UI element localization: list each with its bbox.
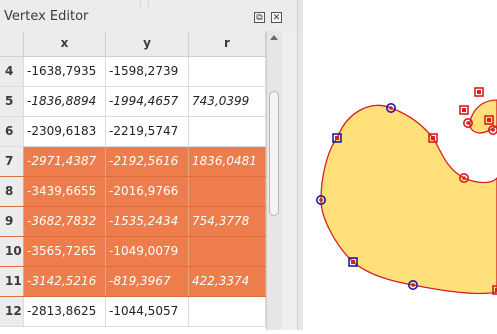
cell-x[interactable]: -3439,6655 [24,177,106,206]
vertex-table: x y r 4 -1638,7935 -1598,2739 5 -1836,8894 -1… [0,31,266,330]
vertex-circle-dot [466,121,470,125]
vertex-square-dot [351,260,355,264]
table-row[interactable]: 4 -1638,7935 -1598,2739 [0,57,266,87]
vertex-square-dot [335,136,339,140]
panel-title: Vertex Editor [4,9,89,24]
vertex-square-dot [477,90,481,94]
map-svg [316,87,497,295]
cell-r[interactable] [189,57,266,86]
row-index[interactable]: 11 [0,267,24,296]
cell-x[interactable]: -2309,6183 [24,117,106,146]
vertical-scrollbar[interactable] [266,31,282,330]
cell-x[interactable]: -1836,8894 [24,87,106,116]
close-icon[interactable]: ✕ [271,12,282,23]
table-row[interactable]: 5 -1836,8894 -1994,4657 743,0399 [0,87,266,117]
cell-y[interactable]: -819,3967 [106,267,189,296]
column-header-x[interactable]: x [24,31,106,56]
polygon-feature [320,104,497,295]
column-header-r[interactable]: r [189,31,266,56]
vertex-circle-dot [389,106,393,110]
vertex-circle-dot [319,198,323,202]
cell-y[interactable]: -2192,5616 [106,147,189,176]
cell-y[interactable]: -1598,2739 [106,57,189,86]
cell-y[interactable]: -1044,5057 [106,297,189,326]
row-index[interactable]: 8 [0,177,24,206]
row-index[interactable]: 12 [0,297,24,326]
scroll-up-icon[interactable] [270,35,278,40]
cell-r[interactable] [189,237,266,266]
cell-y[interactable]: -2219,5747 [106,117,189,146]
cell-y[interactable]: -2016,9766 [106,177,189,206]
cell-r[interactable]: 754,3778 [189,207,266,236]
row-index[interactable]: 6 [0,117,24,146]
cell-x[interactable]: -3682,7832 [24,207,106,236]
vertex-square-dot [487,118,491,122]
table-header: x y r [0,31,266,57]
vertex-circle-dot [411,283,415,287]
cell-x[interactable]: -3565,7265 [24,237,106,266]
cell-r[interactable]: 1836,0481 [189,147,266,176]
table-row[interactable]: 9 -3682,7832 -1535,2434 754,3778 [0,207,266,237]
vertex-editor-panel: ⋮⋮ Vertex Editor ⧉ ✕ x y r 4 -1638,7935 -1… [0,0,297,330]
row-index[interactable]: 5 [0,87,24,116]
vertex-circle-dot [462,176,466,180]
row-index[interactable]: 10 [0,237,24,266]
table-row[interactable]: 10 -3565,7265 -1049,0079 [0,237,266,267]
row-index[interactable]: 7 [0,147,24,176]
row-index[interactable]: 4 [0,57,24,86]
cell-r[interactable] [189,117,266,146]
table-row[interactable]: 6 -2309,6183 -2219,5747 [0,117,266,147]
drag-grip-icon[interactable]: ⋮⋮ [137,1,153,9]
table-row[interactable]: 7 -2971,4387 -2192,5616 1836,0481 [0,147,266,177]
table-row[interactable]: 12 -2813,8625 -1044,5057 [0,297,266,327]
cell-x[interactable]: -2971,4387 [24,147,106,176]
cell-x[interactable]: -3142,5216 [24,267,106,296]
cell-r[interactable] [189,297,266,326]
map-canvas[interactable] [303,0,497,330]
vertex-square-dot [462,108,466,112]
cell-r[interactable]: 422,3374 [189,267,266,296]
cell-y[interactable]: -1049,0079 [106,237,189,266]
table-row[interactable]: 11 -3142,5216 -819,3967 422,3374 [0,267,266,297]
vertex-circle-dot [491,128,495,132]
column-header-y[interactable]: y [106,31,189,56]
table-row[interactable]: 8 -3439,6655 -2016,9766 [0,177,266,207]
panel-titlebar[interactable]: ⋮⋮ Vertex Editor ⧉ ✕ [0,0,297,32]
cell-y[interactable]: -1994,4657 [106,87,189,116]
float-icon[interactable]: ⧉ [254,12,265,23]
panel-margin [282,31,297,330]
cell-y[interactable]: -1535,2434 [106,207,189,236]
cell-r[interactable]: 743,0399 [189,87,266,116]
cell-r[interactable] [189,177,266,206]
scrollbar-thumb[interactable] [269,91,279,216]
row-index[interactable]: 9 [0,207,24,236]
cell-x[interactable]: -1638,7935 [24,57,106,86]
corner-header[interactable] [0,31,24,56]
vertex-square-dot [431,136,435,140]
cell-x[interactable]: -2813,8625 [24,297,106,326]
